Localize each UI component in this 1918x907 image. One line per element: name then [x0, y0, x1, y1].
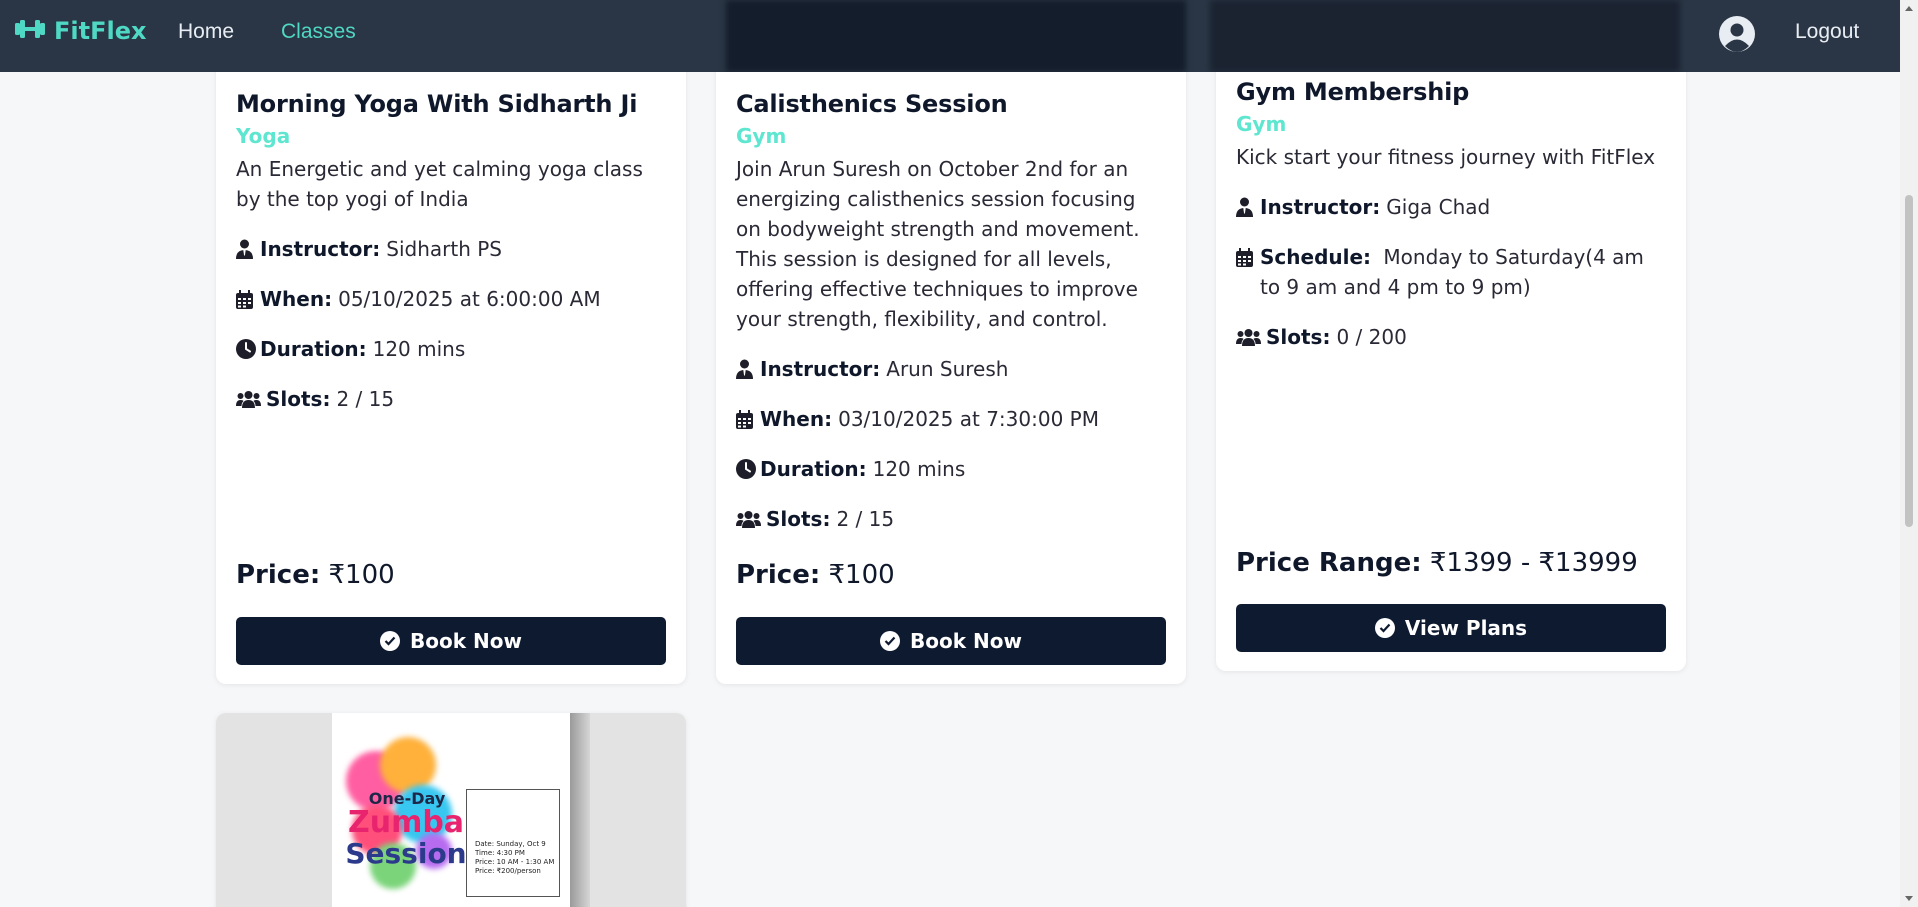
slots-row: Slots: 2 / 15 [236, 384, 666, 414]
when-row: When: 05/10/2025 at 6:00:00 AM [236, 284, 666, 314]
poster-detail-line: Price: ₹200/person [475, 867, 541, 875]
brand-name: FitFlex [54, 17, 147, 45]
poster-line-3: Session [345, 837, 467, 870]
book-now-button[interactable]: Book Now [736, 617, 1166, 665]
nav-background-image [1210, 0, 1680, 72]
price-label: Price: [236, 560, 321, 590]
poster-line-2: Zumba [347, 805, 465, 840]
slots-label: Slots: [766, 507, 831, 531]
when-row: When: 03/10/2025 at 7:30:00 PM [736, 404, 1166, 434]
slots-label: Slots: [1266, 325, 1331, 349]
calendar-icon [736, 404, 760, 434]
view-plans-label: View Plans [1404, 616, 1528, 640]
instructor-label: Instructor: [760, 357, 881, 381]
poster-detail-line: Price: 10 AM - 1:30 AM [475, 858, 555, 866]
card-title: Calisthenics Session [736, 90, 1008, 118]
poster-shadow [570, 713, 590, 907]
instructor-row: Instructor: Giga Chad [1236, 192, 1666, 222]
card-title: Gym Membership [1236, 78, 1470, 106]
card-title: Morning Yoga With Sidharth Ji [236, 90, 638, 118]
clock-icon [736, 454, 760, 484]
users-icon [236, 384, 266, 414]
page-scrollbar[interactable] [1900, 0, 1918, 907]
check-circle-icon [1374, 618, 1395, 638]
slots-value: 2 / 15 [836, 507, 895, 531]
duration-row: Duration: 120 mins [736, 454, 1166, 484]
instructor-row: Instructor: Sidharth PS [236, 234, 666, 264]
check-circle-icon [380, 631, 401, 651]
book-now-label: Book Now [910, 629, 1022, 653]
zumba-class-card[interactable]: One-Day Zumba Session Date: Sunday, Oct … [216, 713, 686, 907]
user-tie-icon [736, 354, 760, 384]
price-value: ₹100 [828, 560, 895, 590]
book-now-button[interactable]: Book Now [236, 617, 666, 665]
instructor-row: Instructor: Arun Suresh [736, 354, 1166, 384]
view-plans-button[interactable]: View Plans [1236, 604, 1666, 652]
instructor-value: Sidharth PS [386, 237, 502, 261]
users-icon [736, 504, 766, 534]
slots-value: 0 / 200 [1336, 325, 1407, 349]
schedule-label: Schedule: [1260, 245, 1372, 269]
duration-label: Duration: [760, 457, 867, 481]
clock-icon [236, 334, 260, 364]
class-card: Calisthenics Session Gym Join Arun Sures… [716, 50, 1186, 684]
poster-details-box: Date: Sunday, Oct 9 Time: 4:30 PM Price:… [466, 789, 560, 897]
when-value: 03/10/2025 at 7:30:00 PM [838, 407, 1099, 431]
instructor-label: Instructor: [260, 237, 381, 261]
scrollbar-thumb[interactable] [1905, 195, 1913, 527]
scroll-down-arrow-icon[interactable] [1905, 896, 1913, 901]
slots-value: 2 / 15 [336, 387, 395, 411]
book-now-label: Book Now [410, 629, 522, 653]
schedule-text: Schedule: Monday to Saturday(4 am to 9 a… [1260, 242, 1666, 302]
class-card: Morning Yoga With Sidharth Ji Yoga An En… [216, 50, 686, 684]
poster-detail-line: Date: Sunday, Oct 9 [475, 840, 546, 848]
logout-link[interactable]: Logout [1795, 20, 1859, 44]
price-value: ₹100 [328, 560, 395, 590]
user-tie-icon [1236, 192, 1260, 222]
poster-details: Date: Sunday, Oct 9 Time: 4:30 PM Price:… [475, 840, 554, 876]
card-description: Join Arun Suresh on October 2nd for an e… [736, 157, 1140, 331]
price-range: Price Range: ₹1399 - ₹13999 [1236, 548, 1638, 578]
membership-card: Gym Membership Gym Kick start your fitne… [1216, 40, 1686, 671]
calendar-icon [236, 284, 260, 314]
user-circle-icon[interactable] [1718, 15, 1756, 57]
card-category: Yoga [236, 124, 291, 148]
poster-detail-line: Time: 4:30 PM [475, 849, 525, 857]
when-label: When: [760, 407, 833, 431]
scroll-up-arrow-icon[interactable] [1905, 6, 1913, 11]
card-category: Gym [1236, 112, 1287, 136]
price: Price: ₹100 [736, 560, 895, 590]
top-navbar: FitFlex Home Classes Logout [0, 0, 1900, 72]
calendar-icon [1236, 242, 1260, 272]
when-label: When: [260, 287, 333, 311]
card-description: Kick start your fitness journey with Fit… [1236, 145, 1656, 169]
users-icon [1236, 322, 1266, 352]
duration-value: 120 mins [872, 457, 966, 481]
check-circle-icon [880, 631, 901, 651]
brand-logo[interactable]: FitFlex [14, 17, 146, 45]
nav-link-home[interactable]: Home [178, 20, 234, 44]
duration-label: Duration: [260, 337, 367, 361]
when-value: 05/10/2025 at 6:00:00 AM [338, 287, 601, 311]
slots-row: Slots: 2 / 15 [736, 504, 1166, 534]
instructor-value: Giga Chad [1386, 195, 1491, 219]
nav-link-classes[interactable]: Classes [281, 20, 356, 44]
card-category: Gym [736, 124, 787, 148]
instructor-label: Instructor: [1260, 195, 1381, 219]
price-label: Price: [736, 560, 821, 590]
card-description: An Energetic and yet calming yoga class … [236, 157, 643, 211]
slots-row: Slots: 0 / 200 [1236, 322, 1666, 352]
zumba-poster-image: One-Day Zumba Session Date: Sunday, Oct … [332, 713, 570, 907]
schedule-row: Schedule: Monday to Saturday(4 am to 9 a… [1236, 242, 1666, 302]
instructor-value: Arun Suresh [886, 357, 1009, 381]
user-tie-icon [236, 234, 260, 264]
price-label: Price Range: [1236, 548, 1422, 578]
duration-value: 120 mins [372, 337, 466, 361]
slots-label: Slots: [266, 387, 331, 411]
duration-row: Duration: 120 mins [236, 334, 666, 364]
nav-background-image [726, 0, 1186, 72]
price-value: ₹1399 - ₹13999 [1429, 548, 1638, 578]
price: Price: ₹100 [236, 560, 395, 590]
dumbbell-icon [14, 18, 46, 44]
